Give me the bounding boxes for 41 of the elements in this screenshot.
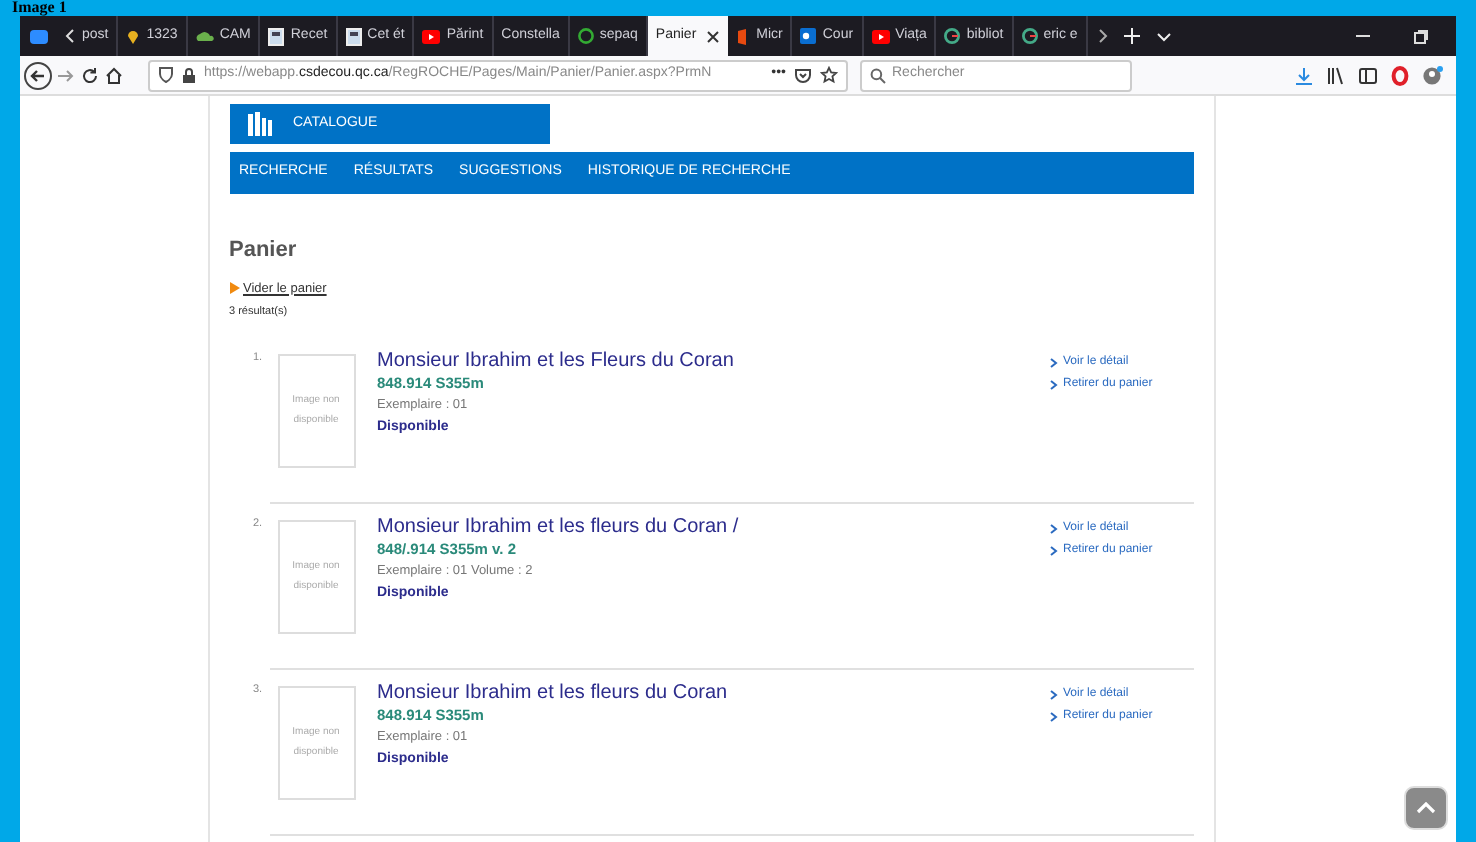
close-icon[interactable]	[706, 29, 721, 43]
scroll-top-button[interactable]	[1404, 786, 1448, 830]
chevron-right-icon	[1049, 379, 1057, 389]
caption: Image 1	[12, 0, 67, 16]
search-icon	[870, 67, 886, 83]
chevron-right-icon	[1049, 689, 1057, 699]
cloud-icon	[195, 30, 214, 42]
star-icon[interactable]	[820, 66, 838, 84]
lock-icon	[182, 67, 196, 83]
chevron-right-icon	[1049, 545, 1057, 555]
chevron-down-icon[interactable]	[1155, 31, 1172, 41]
home-icon[interactable]	[104, 65, 124, 85]
restore-icon[interactable]	[1414, 29, 1428, 43]
library-icon[interactable]	[1326, 65, 1346, 85]
books-icon	[245, 110, 273, 138]
reload-icon[interactable]	[80, 65, 100, 85]
page-icon	[345, 27, 362, 45]
play-icon	[871, 29, 890, 43]
page-icon	[268, 27, 285, 45]
account-icon[interactable]	[1422, 65, 1444, 85]
back-icon[interactable]	[24, 61, 52, 89]
triangle-icon	[229, 282, 239, 295]
map-pin-icon	[126, 28, 141, 44]
download-icon[interactable]	[1294, 65, 1314, 85]
chevron-right-icon[interactable]	[1097, 28, 1108, 44]
mail-icon	[800, 28, 817, 44]
chevron-right-icon	[1049, 523, 1057, 533]
shield-icon	[158, 66, 174, 84]
chevron-left-icon	[64, 28, 76, 44]
result-title[interactable]: Monsieur Ibrahim et les fleurs du Coran	[377, 681, 1049, 705]
pocket-icon[interactable]	[794, 67, 812, 83]
sidebar-icon[interactable]	[1358, 65, 1378, 85]
result-title[interactable]: Monsieur Ibrahim et les Fleurs du Coran	[377, 349, 1049, 373]
play-icon	[422, 29, 441, 43]
new-tab-icon[interactable]	[1123, 28, 1140, 44]
minimize-icon[interactable]	[1356, 34, 1370, 38]
chevron-up-icon	[1416, 802, 1436, 814]
result-title[interactable]: Monsieur Ibrahim et les fleurs du Coran /	[377, 515, 1049, 539]
chevron-right-icon	[1049, 357, 1057, 367]
chevron-right-icon	[1049, 711, 1057, 721]
page-title: Panier	[229, 236, 299, 266]
